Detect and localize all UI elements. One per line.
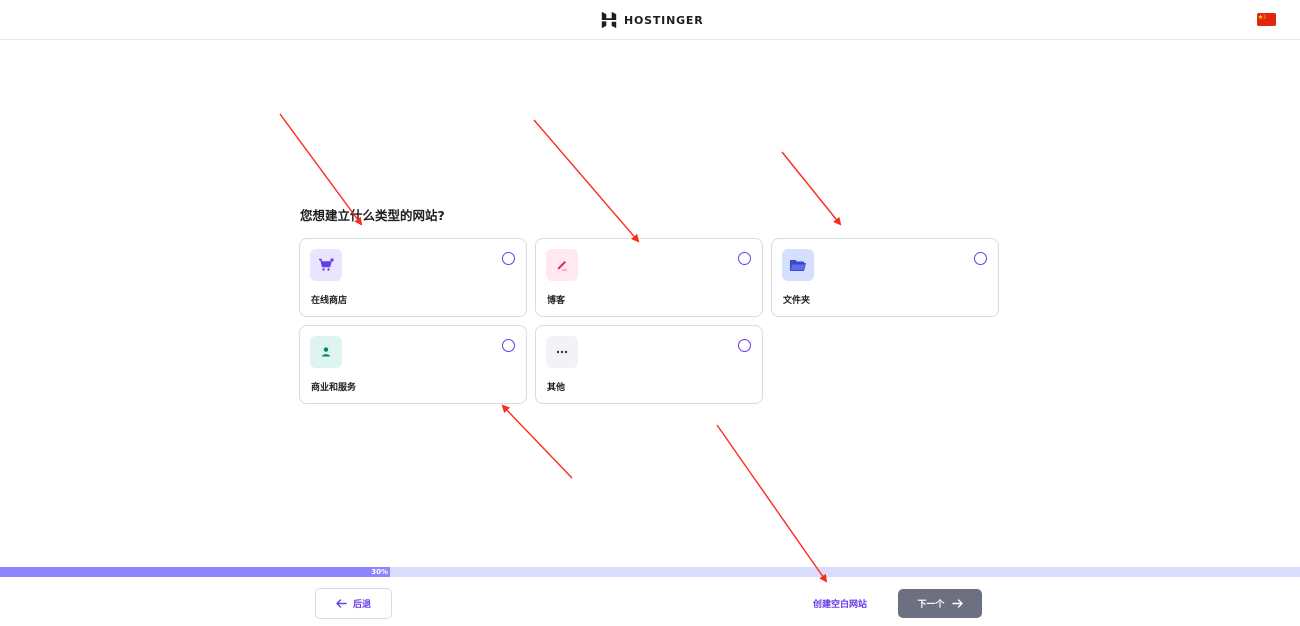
annotation-arrow <box>533 119 640 243</box>
radio-portfolio[interactable] <box>974 252 987 265</box>
progress-percent: 30% <box>371 568 388 576</box>
arrow-right-icon <box>951 599 963 608</box>
option-label-business: 商业和服务 <box>311 383 357 393</box>
option-card-other[interactable]: 其他 <box>535 325 763 404</box>
top-header: HOSTINGER <box>0 0 1300 40</box>
annotation-arrow <box>781 151 842 226</box>
option-label-other: 其他 <box>547 383 566 393</box>
brand-name: HOSTINGER <box>624 13 704 27</box>
back-button[interactable]: 后退 <box>315 588 392 619</box>
next-label: 下一个 <box>917 600 945 610</box>
shopping-cart-icon <box>310 249 342 281</box>
hostinger-logo[interactable]: HOSTINGER <box>600 10 704 30</box>
option-label-blog: 博客 <box>547 296 566 306</box>
person-icon <box>310 336 342 368</box>
radio-blog[interactable] <box>738 252 751 265</box>
folder-icon <box>782 249 814 281</box>
back-label: 后退 <box>352 600 371 610</box>
china-flag-icon[interactable] <box>1257 13 1276 26</box>
radio-online-store[interactable] <box>502 252 515 265</box>
option-card-online-store[interactable]: 在线商店 <box>299 238 527 317</box>
option-card-portfolio[interactable]: 文件夹 <box>771 238 999 317</box>
radio-other[interactable] <box>738 339 751 352</box>
create-empty-website-link[interactable]: 创建空白网站 <box>813 597 867 610</box>
pencil-icon <box>546 249 578 281</box>
option-card-business[interactable]: 商业和服务 <box>299 325 527 404</box>
annotation-arrow <box>716 424 828 583</box>
option-card-blog[interactable]: 博客 <box>535 238 763 317</box>
arrow-left-icon <box>336 599 347 608</box>
progress-fill: 30% <box>0 567 390 577</box>
progress-bar: 30% <box>0 567 1300 577</box>
option-label-portfolio: 文件夹 <box>783 296 811 306</box>
next-button[interactable]: 下一个 <box>898 589 982 618</box>
option-label-online-store: 在线商店 <box>311 296 348 306</box>
radio-business[interactable] <box>502 339 515 352</box>
page-title: 您想建立什么类型的网站? <box>300 208 445 223</box>
annotation-arrow <box>501 404 573 479</box>
hostinger-logo-icon <box>601 11 617 29</box>
more-dots-icon <box>546 336 578 368</box>
